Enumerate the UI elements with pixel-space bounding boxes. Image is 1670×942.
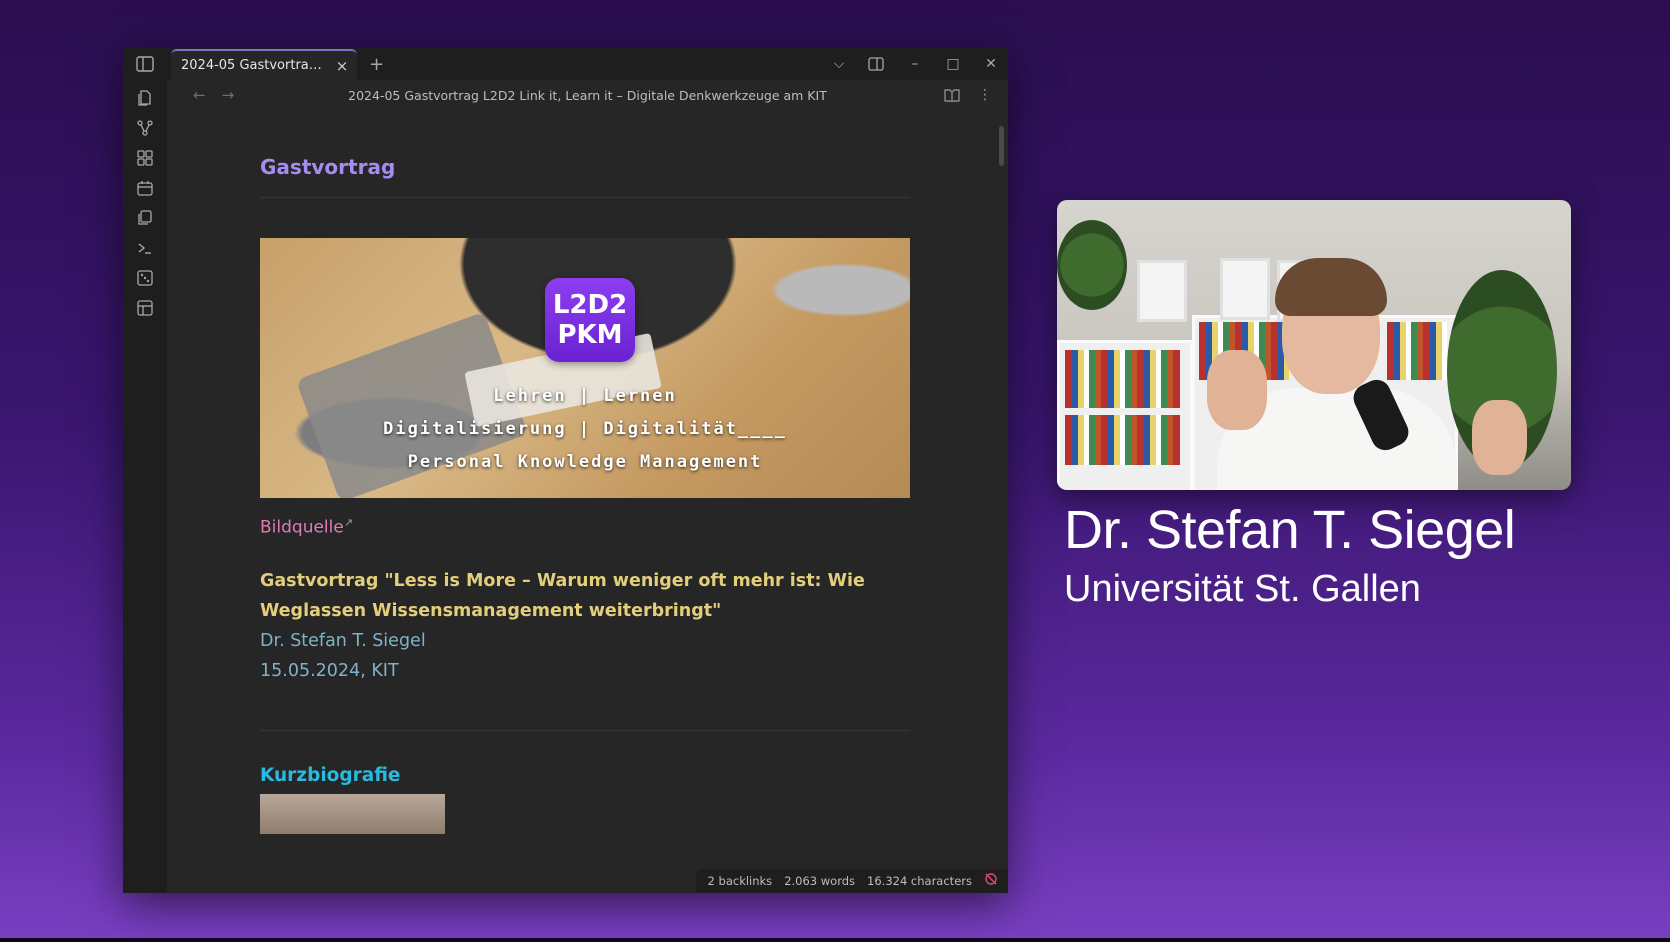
backlinks-count[interactable]: 2 backlinks [708, 874, 773, 888]
books-left-lower [1065, 415, 1180, 465]
word-count: 2.063 words [784, 874, 856, 888]
note-navbar: ← → 2024-05 Gastvortrag L2D2 Link it, Le… [167, 80, 1008, 110]
talk-author: Dr. Stefan T. Siegel [260, 630, 426, 651]
banner-text-line-1: Lehren | Lernen [493, 386, 677, 406]
books-right [1387, 322, 1447, 380]
scrollbar-thumb[interactable] [999, 126, 1004, 166]
banner-image: L2D2 PKM Lehren | Lernen Digitalisierung… [260, 238, 910, 498]
image-source-link[interactable]: Bildquelle↗ [260, 516, 910, 538]
templates-icon[interactable] [135, 208, 155, 228]
sidebar-toggle-button[interactable] [123, 47, 167, 80]
title-bar: 2024-05 Gastvortrag L... × + ⌵ – □ ✕ [123, 47, 1008, 80]
tab-list-dropdown-icon[interactable]: ⌵ [830, 56, 848, 72]
speaker-left-hand [1207, 350, 1267, 430]
random-note-icon[interactable] [135, 268, 155, 288]
bottom-edge [0, 938, 1670, 942]
logo-line-2: PKM [557, 320, 623, 350]
picture-frame-1 [1137, 260, 1187, 322]
obsidian-window: 2024-05 Gastvortrag L... × + ⌵ – □ ✕ ← →… [123, 47, 1008, 893]
banner-text-line-3: Personal Knowledge Management [407, 452, 763, 472]
speaker-right-hand [1472, 400, 1527, 475]
plant-left [1057, 220, 1127, 310]
talk-date: 15.05.2024, KIT [260, 660, 399, 681]
talk-info: Gastvortrag "Less is More – Warum wenige… [260, 566, 910, 686]
tab-close-icon[interactable]: × [335, 57, 349, 75]
divider [260, 729, 910, 731]
books-left [1065, 350, 1180, 408]
maximize-button[interactable]: □ [944, 56, 962, 72]
talk-title: Gastvortrag "Less is More – Warum wenige… [260, 570, 865, 621]
left-ribbon [123, 80, 167, 893]
status-bar: 2 backlinks 2.063 words 16.324 character… [695, 869, 1008, 893]
graph-icon[interactable] [135, 118, 155, 138]
speaker-hair [1275, 258, 1387, 316]
reading-view-icon[interactable] [944, 88, 960, 102]
close-window-button[interactable]: ✕ [982, 56, 1000, 72]
speaker-video-feed [1057, 200, 1571, 490]
back-arrow-icon[interactable]: ← [193, 86, 206, 104]
more-options-icon[interactable]: ⋮ [978, 87, 992, 103]
banner-text-line-2: Digitalisierung | Digitalität____ [383, 419, 787, 439]
tab-title: 2024-05 Gastvortrag L... [181, 58, 329, 73]
bio-image [260, 793, 445, 834]
note-content[interactable]: Gastvortrag L2D2 PKM Lehren | Lernen Dig… [167, 110, 1008, 893]
character-count: 16.324 characters [867, 874, 972, 888]
files-icon[interactable] [135, 88, 155, 108]
note-title: 2024-05 Gastvortrag L2D2 Link it, Learn … [348, 87, 827, 103]
calendar-icon[interactable] [135, 178, 155, 198]
divider [260, 197, 910, 198]
speaker-name: Dr. Stefan T. Siegel [1064, 500, 1516, 560]
speaker-affiliation: Universität St. Gallen [1064, 568, 1421, 610]
external-link-icon: ↗ [343, 516, 354, 529]
layout-icon[interactable] [135, 298, 155, 318]
l2d2-pkm-logo: L2D2 PKM [545, 278, 635, 362]
sync-status-icon[interactable] [984, 872, 998, 890]
minimize-button[interactable]: – [906, 56, 924, 72]
terminal-icon[interactable] [135, 238, 155, 258]
canvas-icon[interactable] [135, 148, 155, 168]
split-view-icon[interactable] [868, 56, 886, 71]
logo-line-1: L2D2 [552, 290, 628, 320]
section-heading-gastvortrag: Gastvortrag [260, 155, 396, 179]
window-controls: ⌵ – □ ✕ [830, 47, 1000, 80]
tab-active-note[interactable]: 2024-05 Gastvortrag L... × [171, 49, 357, 80]
picture-frame-2 [1220, 258, 1270, 320]
editor-pane: ← → 2024-05 Gastvortrag L2D2 Link it, Le… [167, 80, 1008, 893]
section-heading-kurzbiografie: Kurzbiografie [260, 764, 401, 786]
forward-arrow-icon[interactable]: → [222, 86, 235, 104]
sidebar-toggle-icon [136, 55, 154, 72]
image-source-label: Bildquelle [260, 517, 344, 538]
new-tab-button[interactable]: + [369, 49, 384, 80]
